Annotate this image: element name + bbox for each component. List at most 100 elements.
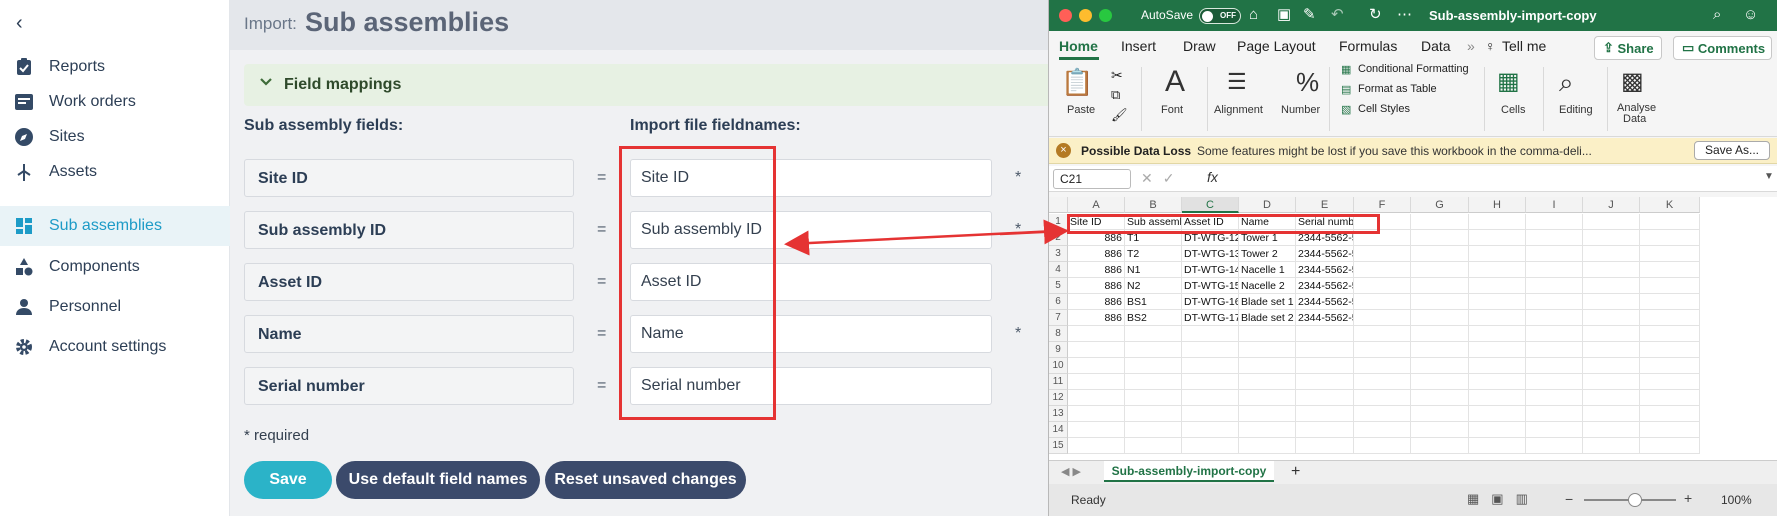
spreadsheet-cell[interactable]: [1296, 390, 1354, 406]
spreadsheet-cell[interactable]: DT-WTG-17: [1182, 310, 1239, 326]
tab-home[interactable]: Home: [1059, 38, 1098, 54]
format-painter-icon[interactable]: 🖌: [1111, 107, 1128, 123]
share-button[interactable]: ⇪ Share: [1594, 36, 1662, 60]
spreadsheet-cell[interactable]: [1182, 326, 1239, 342]
tab-page-layout[interactable]: Page Layout: [1237, 38, 1316, 54]
spreadsheet-cell[interactable]: [1640, 246, 1700, 262]
more-icon[interactable]: ⋯: [1397, 6, 1412, 24]
column-header[interactable]: G: [1411, 197, 1469, 213]
spreadsheet-cell[interactable]: 886: [1068, 262, 1125, 278]
column-header[interactable]: F: [1354, 197, 1411, 213]
spreadsheet-cell[interactable]: [1469, 326, 1526, 342]
spreadsheet-cell[interactable]: Blade set 1: [1239, 294, 1296, 310]
row-header[interactable]: 7: [1049, 310, 1068, 326]
spreadsheet-cell[interactable]: [1469, 262, 1526, 278]
spreadsheet-cell[interactable]: [1640, 294, 1700, 310]
chevron-left-icon[interactable]: ‹: [16, 12, 23, 35]
spreadsheet-cell[interactable]: [1411, 358, 1469, 374]
row-header[interactable]: 3: [1049, 246, 1068, 262]
spreadsheet-cell[interactable]: [1526, 294, 1583, 310]
spreadsheet-cell[interactable]: 886: [1068, 294, 1125, 310]
spreadsheet-cell[interactable]: DT-WTG-14: [1182, 262, 1239, 278]
spreadsheet-cell[interactable]: [1583, 262, 1640, 278]
spreadsheet-cell[interactable]: [1583, 374, 1640, 390]
spreadsheet-cell[interactable]: [1469, 342, 1526, 358]
paste-icon[interactable]: 📋: [1061, 65, 1093, 99]
spreadsheet-cell[interactable]: [1354, 262, 1411, 278]
editing-search-icon[interactable]: ⌕: [1559, 65, 1574, 99]
spreadsheet-cell[interactable]: [1182, 374, 1239, 390]
spreadsheet-cell[interactable]: [1068, 390, 1125, 406]
spreadsheet-cell[interactable]: [1640, 214, 1700, 230]
format-as-table-button[interactable]: Format as Table: [1358, 83, 1437, 95]
spreadsheet-cell[interactable]: N2: [1125, 278, 1182, 294]
spreadsheet-cell[interactable]: BS1: [1125, 294, 1182, 310]
spreadsheet-cell[interactable]: [1296, 374, 1354, 390]
cells-icon[interactable]: ▦: [1497, 65, 1520, 99]
spreadsheet-cell[interactable]: T2: [1125, 246, 1182, 262]
spreadsheet-cell[interactable]: 2344-5562-568: [1296, 262, 1354, 278]
spreadsheet-cell[interactable]: DT-WTG-15: [1182, 278, 1239, 294]
spreadsheet-cell[interactable]: [1640, 262, 1700, 278]
profile-icon[interactable]: ☺: [1743, 6, 1758, 24]
spreadsheet-cell[interactable]: [1411, 310, 1469, 326]
spreadsheet-cell[interactable]: [1125, 326, 1182, 342]
chevron-more-icon[interactable]: »: [1467, 38, 1475, 54]
sidebar-item-reports[interactable]: Reports: [0, 47, 230, 87]
spreadsheet-cell[interactable]: [1411, 278, 1469, 294]
column-header[interactable]: J: [1583, 197, 1640, 213]
sidebar-item-work-orders[interactable]: Work orders: [0, 82, 230, 122]
spreadsheet-cell[interactable]: [1583, 342, 1640, 358]
spreadsheet-cell[interactable]: [1411, 342, 1469, 358]
spreadsheet-cell[interactable]: [1068, 374, 1125, 390]
spreadsheet-cell[interactable]: BS2: [1125, 310, 1182, 326]
save-icon[interactable]: ▣: [1277, 6, 1291, 24]
spreadsheet-cell[interactable]: [1068, 326, 1125, 342]
save-as-icon[interactable]: ✎: [1303, 6, 1316, 24]
spreadsheet-cell[interactable]: [1125, 422, 1182, 438]
spreadsheet-cell[interactable]: [1296, 422, 1354, 438]
spreadsheet-cell[interactable]: N1: [1125, 262, 1182, 278]
spreadsheet-cell[interactable]: [1469, 278, 1526, 294]
spreadsheet-cell[interactable]: [1583, 310, 1640, 326]
save-button[interactable]: Save: [244, 461, 332, 499]
spreadsheet-cell[interactable]: [1125, 374, 1182, 390]
spreadsheet-cell[interactable]: [1526, 310, 1583, 326]
spreadsheet-cell[interactable]: [1068, 342, 1125, 358]
spreadsheet-cell[interactable]: DT-WTG-13: [1182, 246, 1239, 262]
spreadsheet-cell[interactable]: [1526, 262, 1583, 278]
tab-data[interactable]: Data: [1421, 38, 1451, 54]
row-header[interactable]: 12: [1049, 390, 1068, 406]
spreadsheet-cell[interactable]: Nacelle 1: [1239, 262, 1296, 278]
spreadsheet-cell[interactable]: [1640, 358, 1700, 374]
sidebar-item-sub-assemblies[interactable]: Sub assemblies: [0, 206, 230, 246]
spreadsheet-cell[interactable]: [1182, 342, 1239, 358]
spreadsheet-cell[interactable]: 2344-5562-569: [1296, 278, 1354, 294]
spreadsheet-cell[interactable]: [1526, 278, 1583, 294]
spreadsheet-cell[interactable]: 2344-5562-570: [1296, 294, 1354, 310]
spreadsheet-cell[interactable]: [1296, 326, 1354, 342]
spreadsheet-cell[interactable]: [1640, 390, 1700, 406]
spreadsheet-cell[interactable]: [1526, 358, 1583, 374]
sheet-tab[interactable]: Sub-assembly-import-copy: [1104, 461, 1274, 482]
row-header[interactable]: 6: [1049, 294, 1068, 310]
row-header[interactable]: 13: [1049, 406, 1068, 422]
chevron-down-icon[interactable]: ▼: [1764, 171, 1774, 182]
redo-icon[interactable]: ↻: [1369, 6, 1382, 24]
home-icon[interactable]: ⌂: [1249, 6, 1258, 24]
column-header[interactable]: B: [1125, 197, 1182, 213]
row-header[interactable]: 2: [1049, 230, 1068, 246]
spreadsheet-cell[interactable]: 886: [1068, 246, 1125, 262]
spreadsheet-cell[interactable]: [1583, 294, 1640, 310]
spreadsheet-cell[interactable]: [1526, 374, 1583, 390]
search-icon[interactable]: ⌕: [1713, 6, 1721, 24]
row-header[interactable]: 5: [1049, 278, 1068, 294]
spreadsheet-cell[interactable]: [1068, 422, 1125, 438]
spreadsheet-cell[interactable]: [1526, 214, 1583, 230]
zoom-slider-thumb[interactable]: [1628, 493, 1642, 507]
spreadsheet-cell[interactable]: [1296, 342, 1354, 358]
spreadsheet-cell[interactable]: [1469, 230, 1526, 246]
spreadsheet-cell[interactable]: [1354, 438, 1411, 454]
zoom-out-icon[interactable]: −: [1565, 491, 1573, 507]
spreadsheet-cell[interactable]: [1640, 406, 1700, 422]
